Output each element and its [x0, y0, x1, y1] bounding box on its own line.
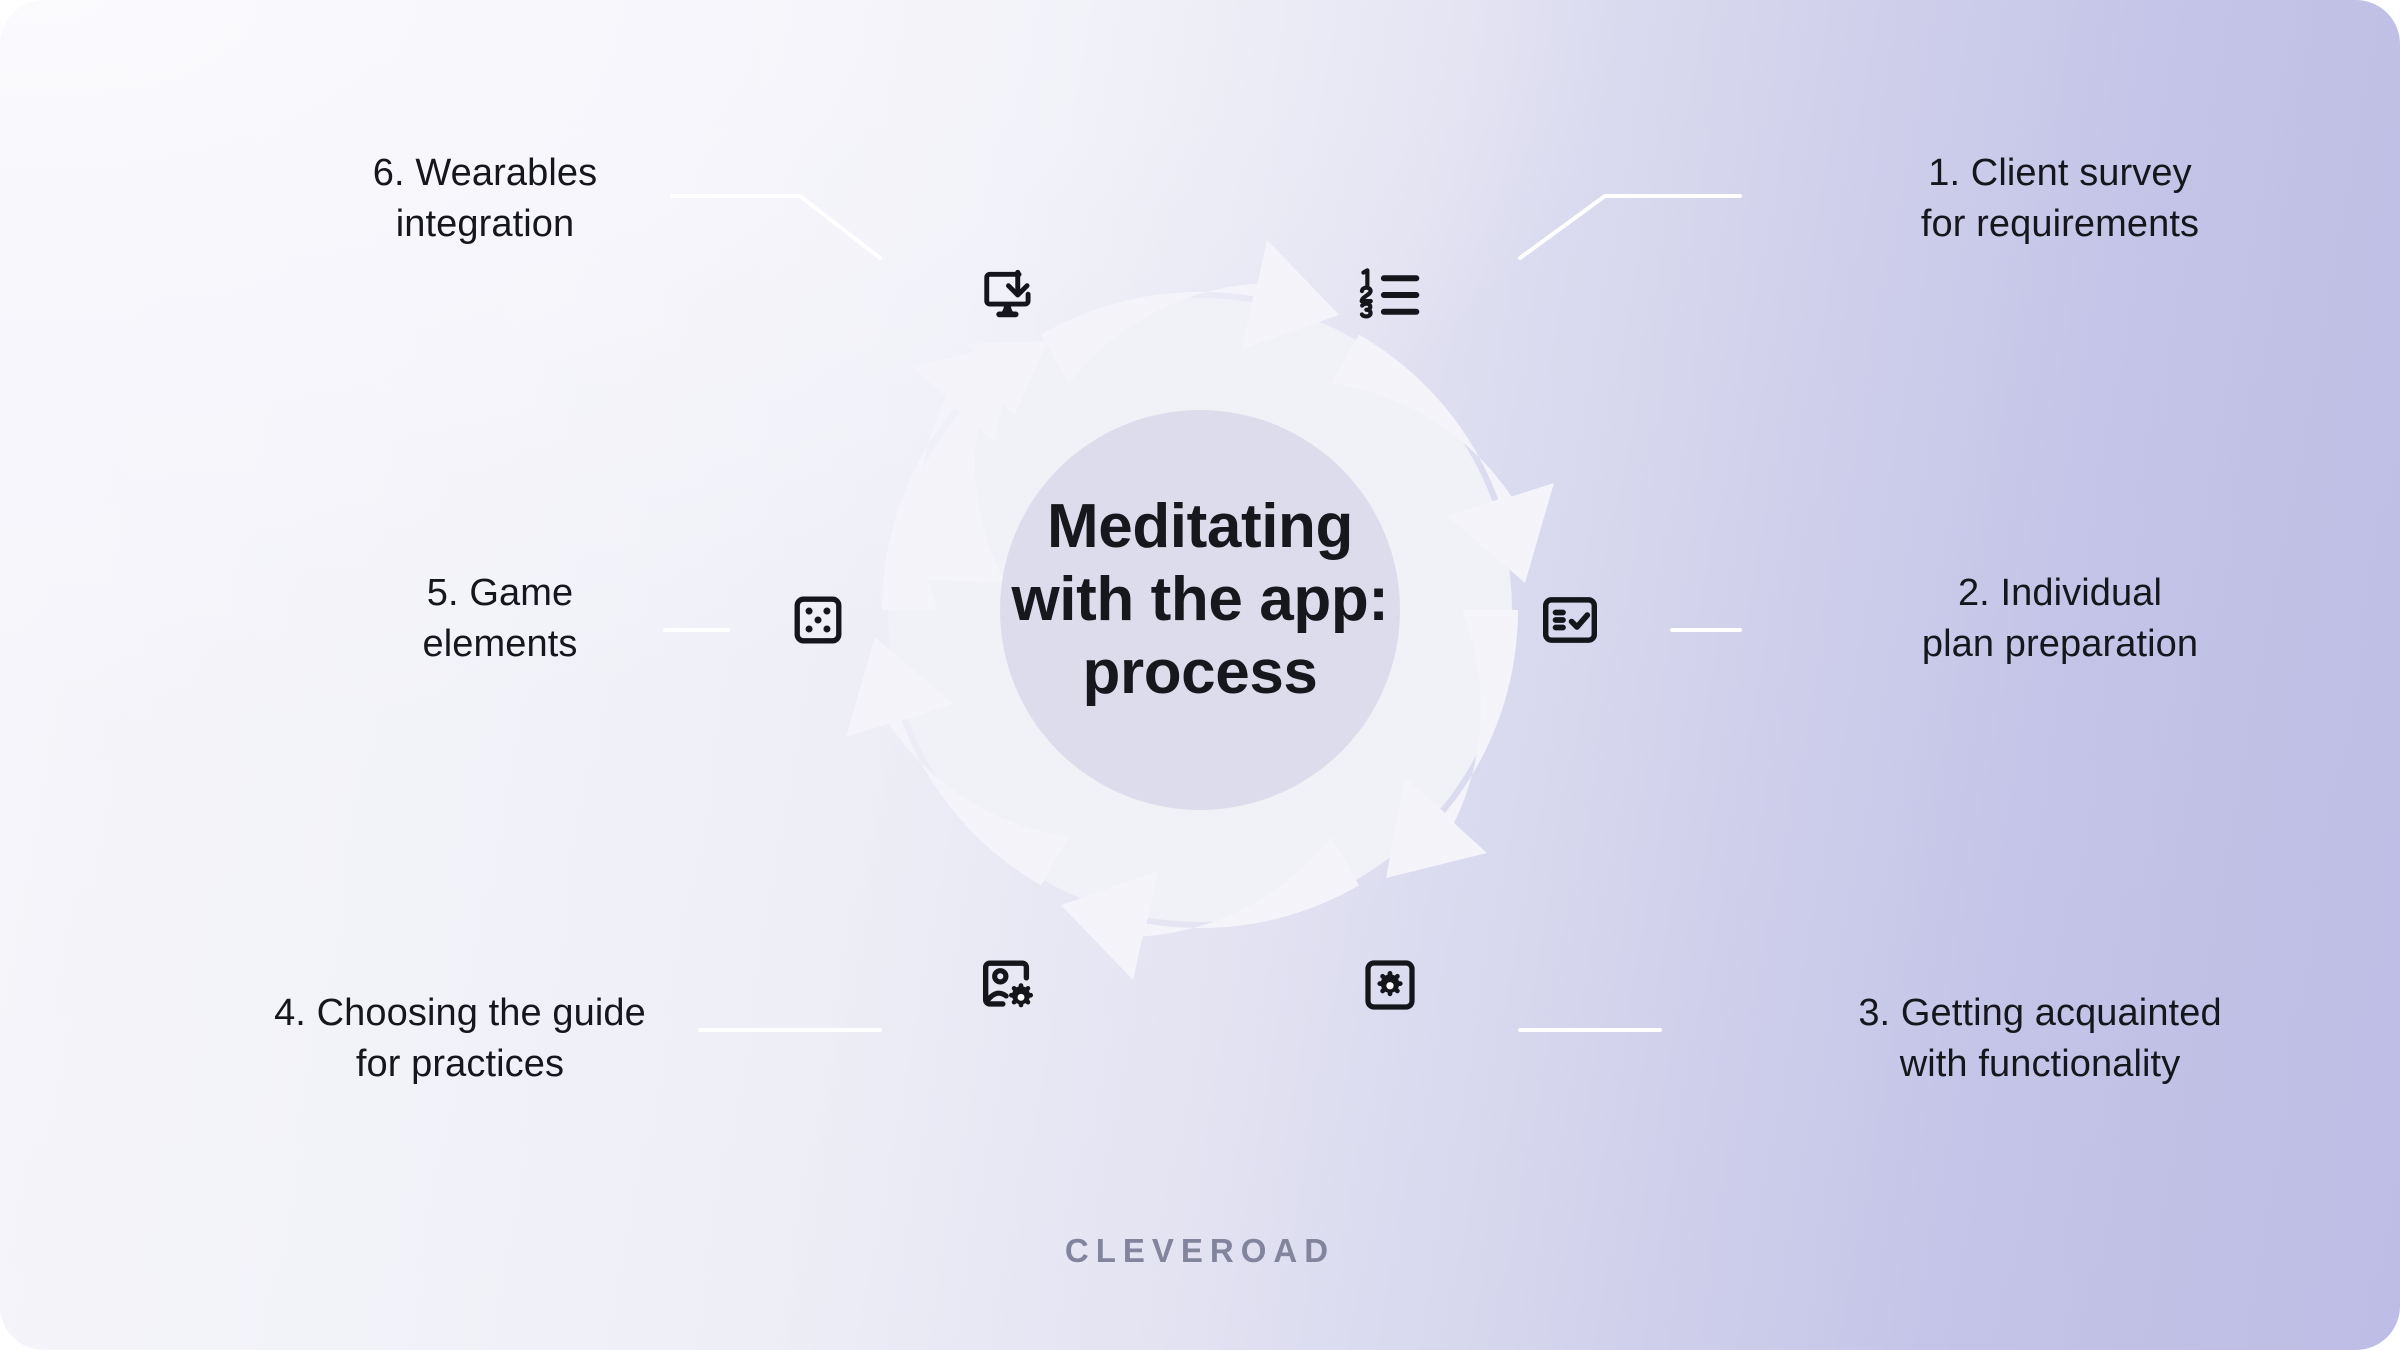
step-label-6: 6. Wearables integration — [372, 152, 598, 245]
step-label-2: 2. Individual plan preparation — [1921, 572, 2199, 665]
monitor-download-icon — [965, 250, 1055, 340]
dice-icon — [773, 575, 863, 665]
step-label-1: 1. Client survey for requirements — [1920, 152, 2200, 245]
checklist-icon — [1525, 575, 1615, 665]
cleveroad-logo: CLEVEROAD — [1064, 1232, 1336, 1269]
gear-square-icon — [1345, 940, 1435, 1030]
step-label-5: 5. Game elements — [422, 572, 578, 665]
step-label-3: 3. Getting acquainted with functionality — [1858, 992, 2222, 1085]
page-title: Meditating with the app: process — [1011, 492, 1389, 708]
numbered-list-icon — [1345, 250, 1435, 340]
image-settings-icon — [965, 940, 1055, 1030]
infographic-card: Meditating with the app: process 1. Clie… — [0, 0, 2400, 1350]
step-label-4: 4. Choosing the guide for practices — [274, 992, 646, 1085]
